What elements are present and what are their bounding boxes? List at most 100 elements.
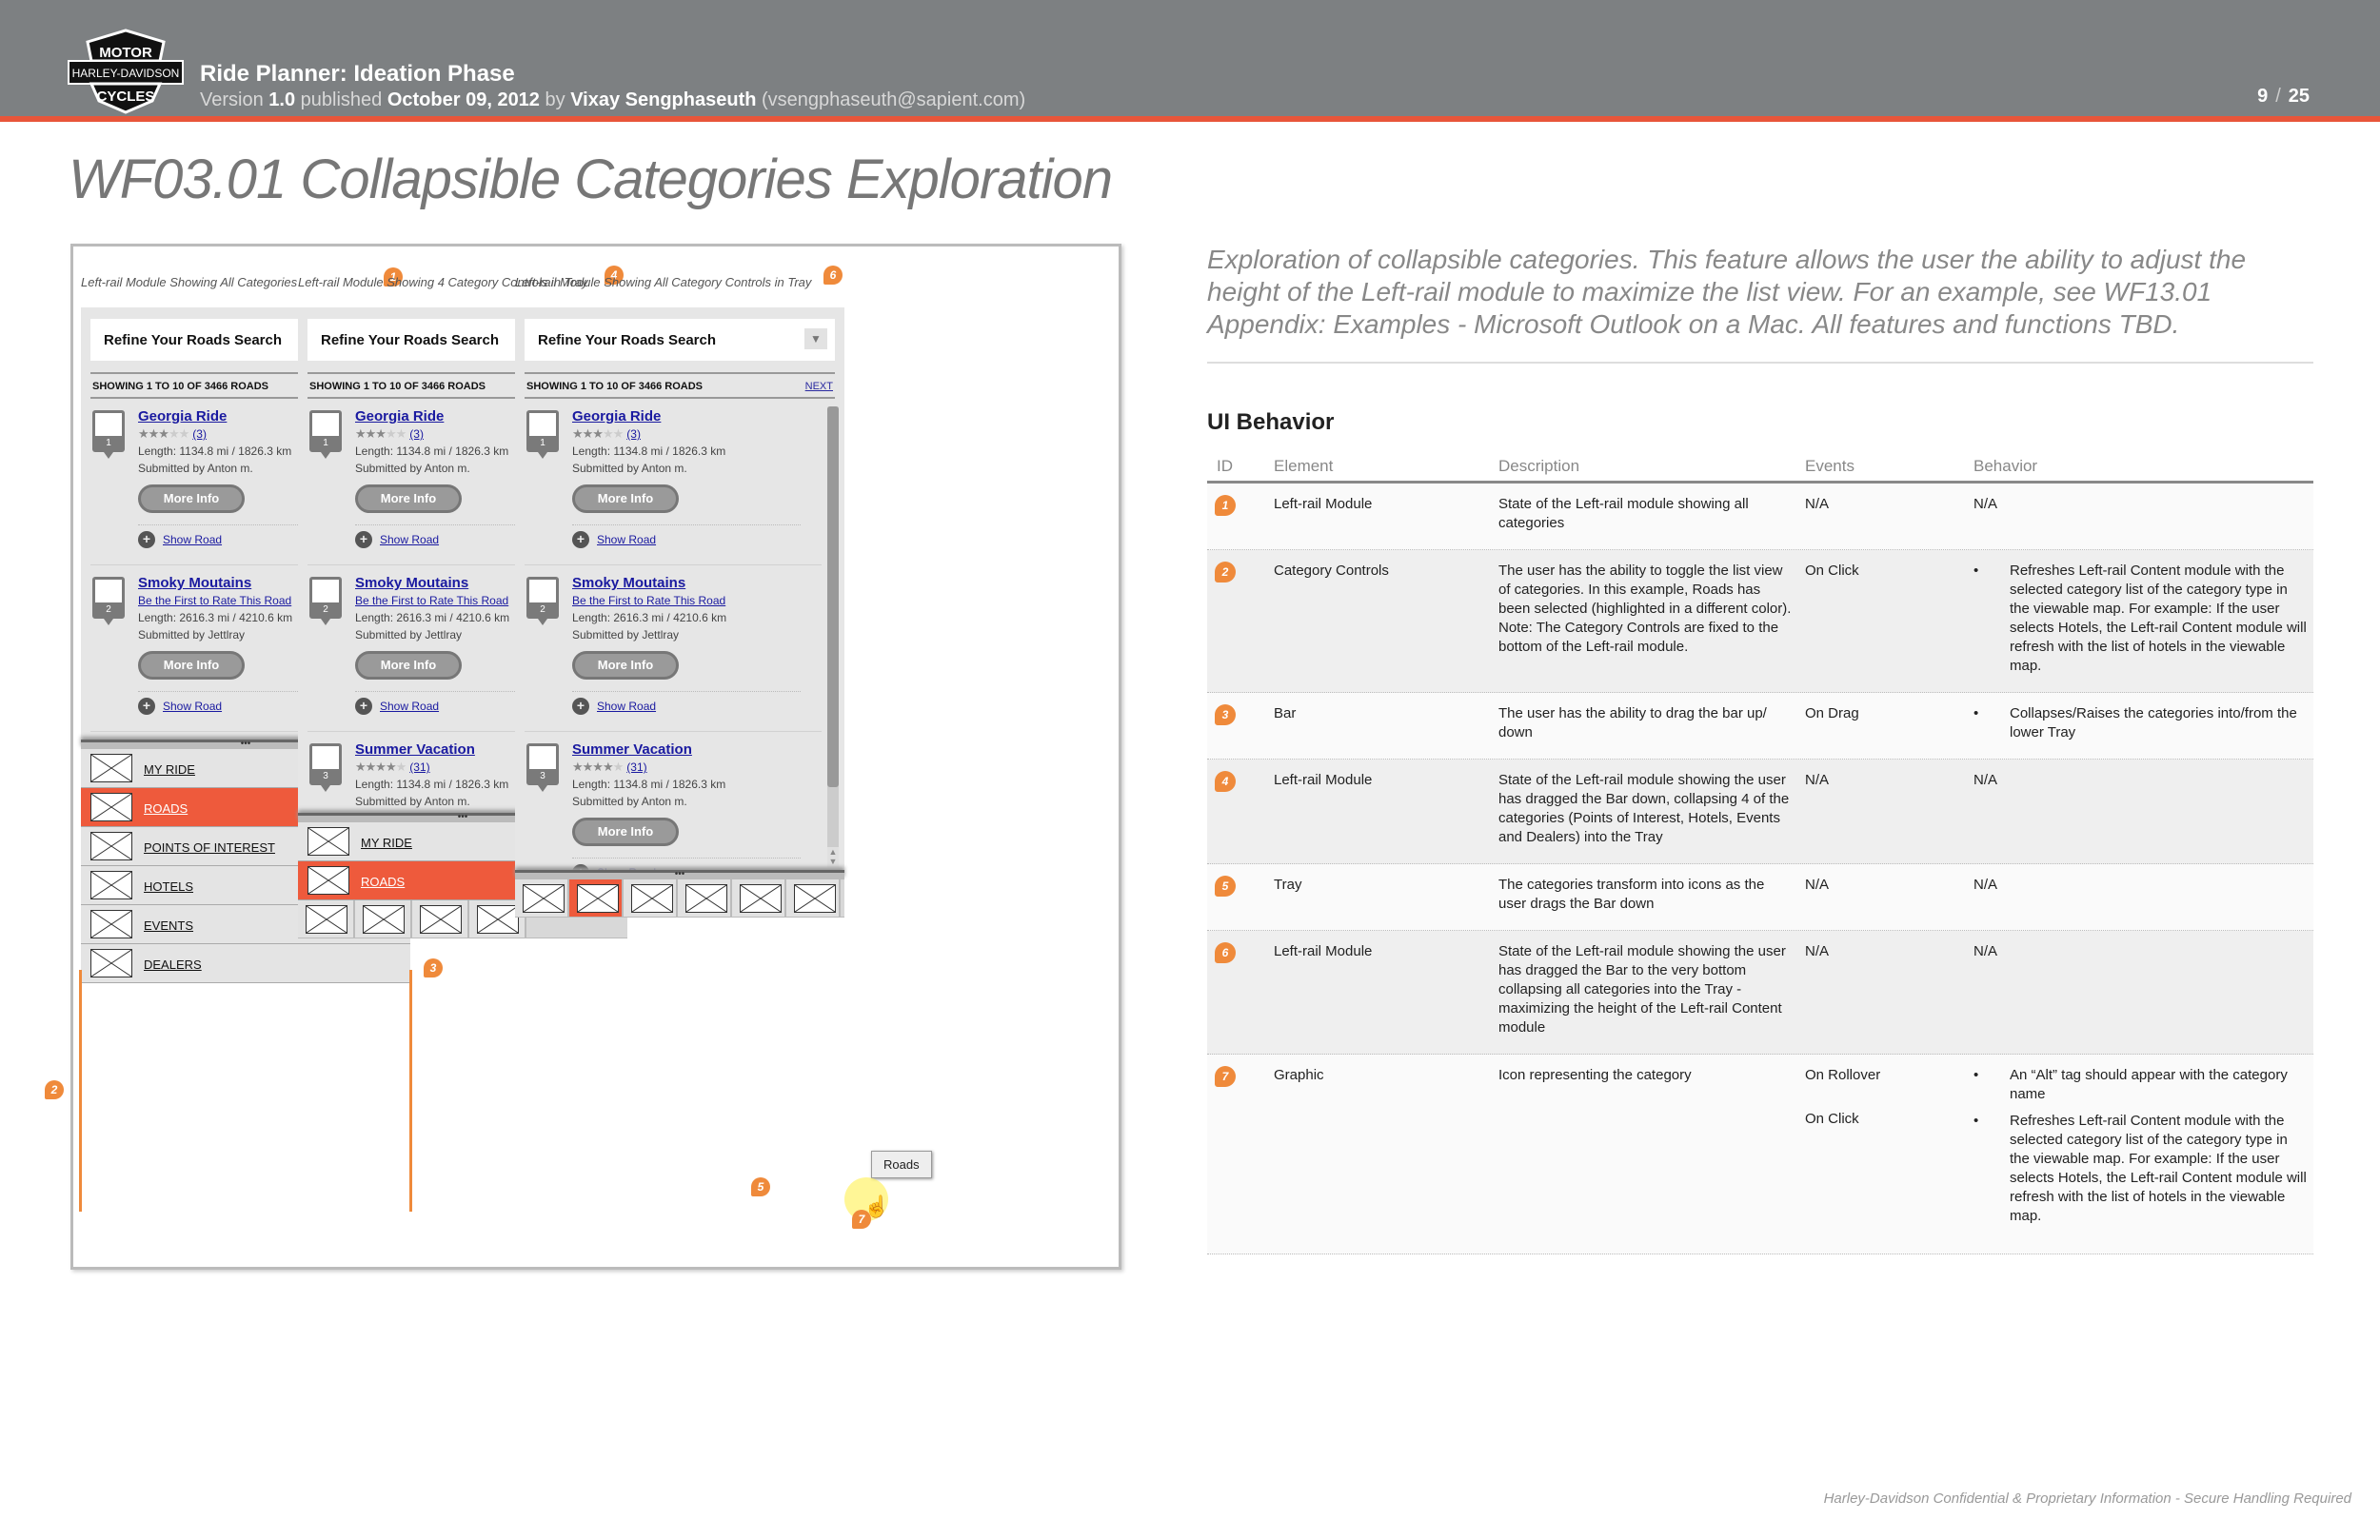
pin-number: 1 [323,438,328,448]
category-label[interactable]: MY RIDE [144,762,195,777]
tray-category-icon[interactable] [515,879,569,917]
rating-count-link[interactable]: (31) [409,760,429,774]
road-length: Length: 1134.8 mi / 1826.3 km [572,444,726,458]
callout-badge: 6 [823,266,843,285]
road-title-link[interactable]: Summer Vacation [572,741,801,759]
row-behavior: N/A [1973,943,1998,959]
next-link[interactable]: NEXT [805,381,833,392]
row-element: Bar [1274,705,1297,721]
tray-category-icon[interactable] [786,879,841,917]
scrollbar[interactable]: ▲▼ [827,406,839,868]
more-info-button[interactable]: More Info [572,651,679,680]
bullet-icon: • [1973,1113,1979,1129]
tray-category-icon[interactable] [298,900,355,938]
scroll-arrows-icon[interactable]: ▲▼ [827,847,839,868]
show-road-link[interactable]: Show Road [380,531,439,548]
col-id: ID [1217,457,1233,475]
row-behavior: N/A [1973,772,1998,788]
logo-text-bot: CYCLES [97,89,155,105]
category-controls-bracket [79,970,412,1212]
logo-text-mid: HARLEY-DAVIDSON [72,67,180,80]
plus-circle-icon[interactable]: + [572,531,589,548]
map-pin-icon: 2 [309,577,342,625]
road-title-link[interactable]: Georgia Ride [572,408,801,425]
plus-circle-icon[interactable]: + [355,698,372,715]
grip-icon: ••• [674,869,685,879]
more-info-button[interactable]: More Info [355,484,462,513]
results-count: SHOWING 1 TO 10 OF 3466 ROADS [92,381,269,392]
pin-number: 3 [540,771,545,781]
results-summary: SHOWING 1 TO 10 OF 3466 ROADS NEXT [525,372,835,399]
road-list-item: 1 Georgia Ride ★★★★★ (3) Length: 1134.8 m… [525,399,822,565]
publish-date: October 09, 2012 [387,89,540,110]
category-icon [90,871,132,899]
category-label[interactable]: EVENTS [144,918,193,933]
tray-category-icon[interactable] [569,879,624,917]
tray-category-icon[interactable] [412,900,469,938]
star-rating: ★★★★★ [572,426,624,441]
plus-circle-icon[interactable]: + [355,531,372,548]
scrollbar-thumb[interactable] [827,406,839,787]
rate-road-link[interactable]: Be the First to Rate This Road [138,594,291,607]
row-event: N/A [1805,943,1830,959]
row-element: Tray [1274,877,1302,893]
row-description: The user has the ability to toggle the l… [1498,563,1792,655]
show-road-link[interactable]: Show Road [380,698,439,715]
plus-circle-icon[interactable]: + [138,698,155,715]
drag-bar[interactable]: ••• [515,869,844,879]
plus-circle-icon[interactable]: + [572,698,589,715]
ui-behavior-heading: UI Behavior [1207,409,1335,435]
category-label[interactable]: MY RIDE [361,836,412,850]
page-counter: 9 / 25 [2257,86,2310,108]
rating-count-link[interactable]: (31) [626,760,646,774]
row-id-badge: 5 [1215,876,1236,897]
plus-circle-icon[interactable]: + [138,531,155,548]
more-info-button[interactable]: More Info [355,651,462,680]
category-label[interactable]: POINTS OF INTEREST [144,840,275,855]
row-behavior: N/A [1973,496,1998,512]
col-behavior: Behavior [1973,457,2038,475]
harley-davidson-logo: MOTOR HARLEY-DAVIDSON CYCLES [67,29,185,114]
tray-category-icon[interactable] [624,879,678,917]
row-event: N/A [1805,496,1830,512]
rating-count-link[interactable]: (3) [192,427,207,441]
more-info-button[interactable]: More Info [572,818,679,846]
map-pin-icon: 1 [309,410,342,459]
bullet-icon: • [1973,563,1979,579]
results-count: SHOWING 1 TO 10 OF 3466 ROADS [309,381,486,392]
rate-road-link[interactable]: Be the First to Rate This Road [572,594,725,607]
category-label[interactable]: HOTELS [144,879,193,894]
rating-count-link[interactable]: (3) [409,427,424,441]
more-info-button[interactable]: More Info [138,651,245,680]
refine-search-dropdown[interactable]: Refine Your Roads Search ▼ [525,319,835,361]
chevron-down-icon[interactable]: ▼ [804,328,827,349]
row-id-badge: 7 [1215,1066,1236,1087]
pin-number: 2 [323,604,328,615]
rating-count-link[interactable]: (3) [626,427,641,441]
road-title-link[interactable]: Smoky Moutains [572,575,801,592]
row-description: The user has the ability to drag the bar… [1498,705,1767,740]
pin-number: 1 [540,438,545,448]
pin-number: 2 [540,604,545,615]
show-road-link[interactable]: Show Road [597,698,656,715]
show-road-link[interactable]: Show Road [597,531,656,548]
more-info-button[interactable]: More Info [572,484,679,513]
category-label[interactable]: ROADS [144,801,188,816]
show-road-link[interactable]: Show Road [163,531,222,548]
table-row: 3 Bar The user has the ability to drag t… [1207,693,2313,760]
more-info-button[interactable]: More Info [138,484,245,513]
logo-text-top: MOTOR [99,45,152,61]
tray-category-icon[interactable] [355,900,412,938]
map-pin-icon: 2 [92,577,125,625]
rate-road-link[interactable]: Be the First to Rate This Road [355,594,508,607]
road-submitter: Submitted by Anton m. [572,795,687,808]
show-road-link[interactable]: Show Road [163,698,222,715]
star-rating: ★★★★★ [355,426,407,441]
row-description: State of the Left-rail module showing al… [1498,496,1749,531]
page-current: 9 [2257,86,2269,107]
refine-label: Refine Your Roads Search [321,332,500,348]
row-element: Graphic [1274,1067,1324,1083]
category-label[interactable]: ROADS [361,875,405,889]
tray-category-icon[interactable] [678,879,732,917]
tray-category-icon[interactable] [732,879,786,917]
